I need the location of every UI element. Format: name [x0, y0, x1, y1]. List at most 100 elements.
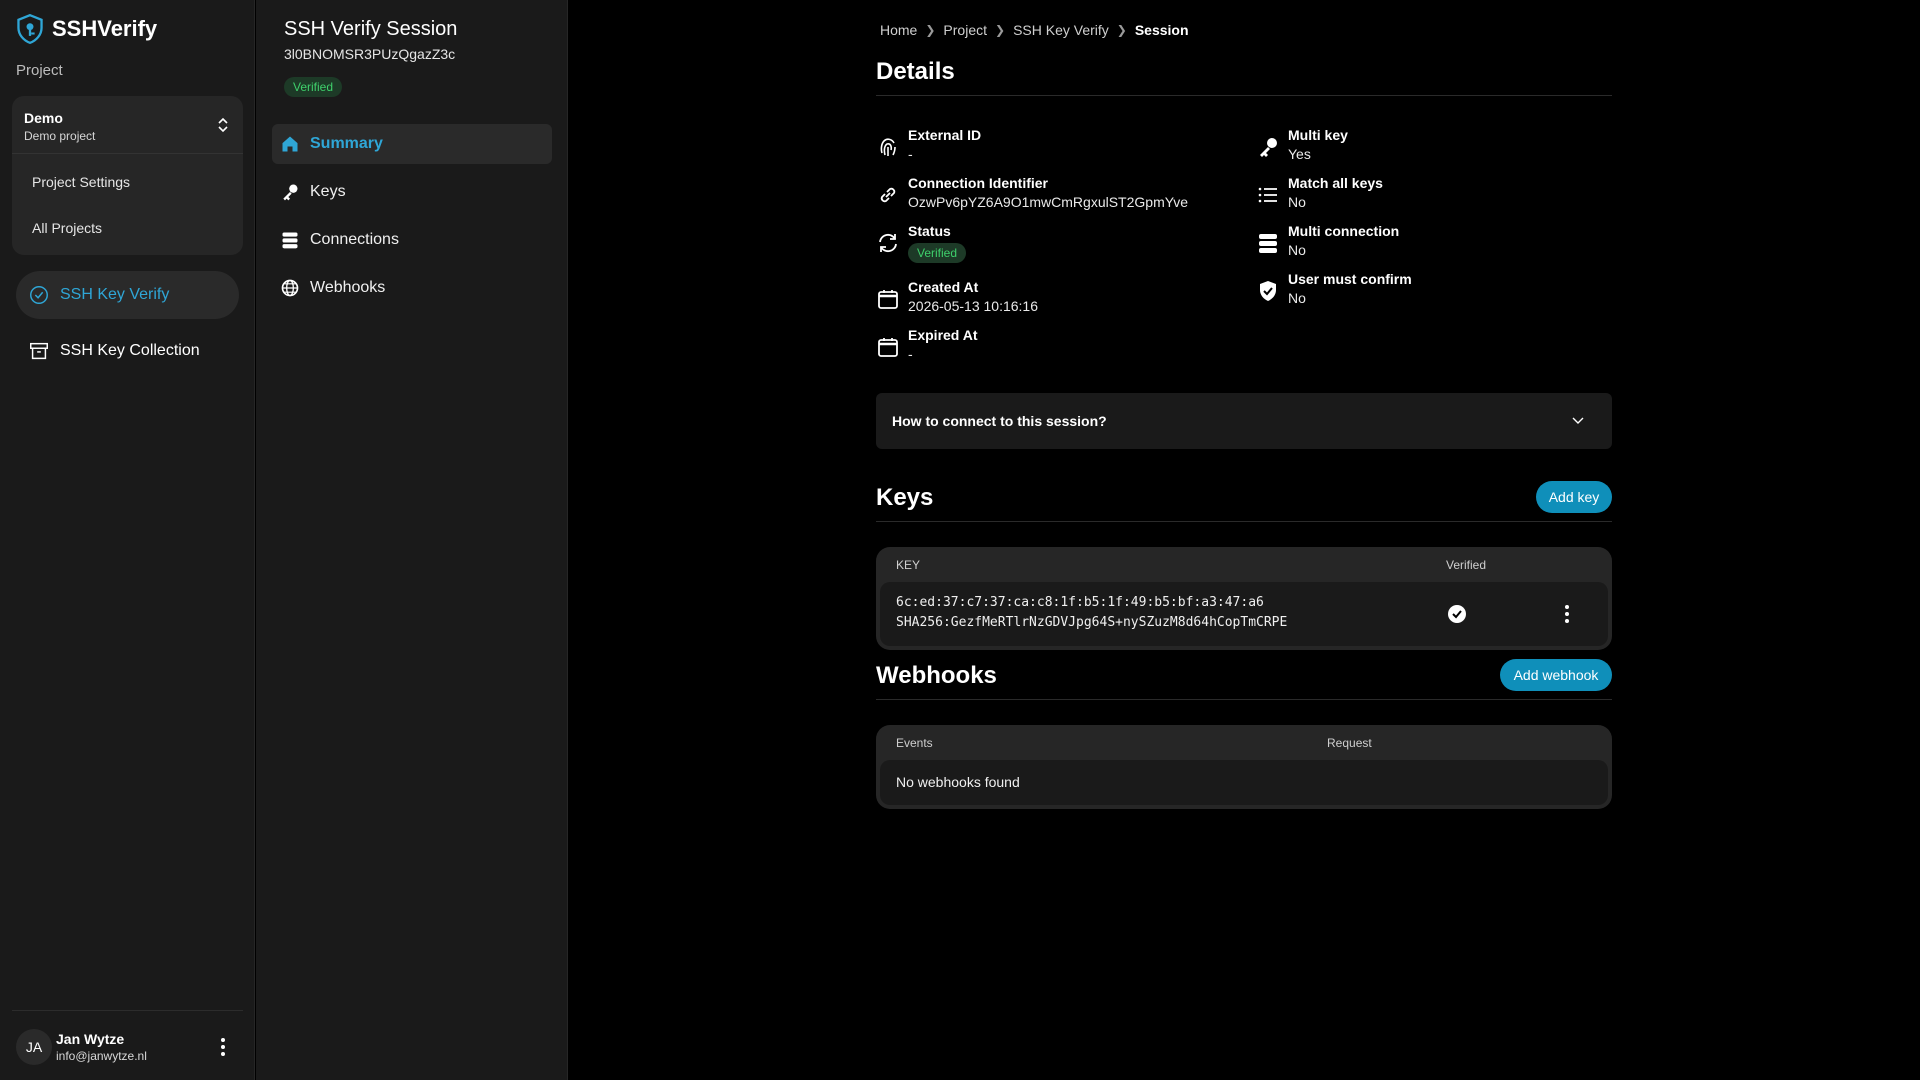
refresh-icon — [879, 233, 897, 253]
more-vertical-icon[interactable] — [1555, 602, 1579, 626]
webhooks-title: Webhooks — [876, 662, 997, 689]
key-sha256-fingerprint: SHA256:GezfMeRTlrNzGDVJpg64S+nySZuzM8d64… — [896, 615, 1288, 630]
detail-match-all-keys: Match all keys No — [1256, 175, 1383, 210]
more-vertical-icon[interactable] — [211, 1035, 235, 1059]
detail-value: - — [908, 346, 913, 362]
empty-state-text: No webhooks found — [896, 774, 1020, 790]
key-icon — [1260, 138, 1277, 157]
key-icon — [283, 184, 298, 201]
table-row: 6c:ed:37:c7:37:ca:c8:1f:b5:1f:49:b5:bf:a… — [880, 582, 1608, 646]
all-projects-link[interactable]: All Projects — [32, 220, 102, 236]
detail-value: No — [1288, 290, 1306, 306]
detail-label: Connection Identifier — [908, 175, 1048, 191]
logo-shield-icon — [17, 14, 43, 44]
home-icon — [282, 136, 298, 152]
user-email: info@janwytze.nl — [56, 1049, 147, 1063]
status-badge: Verified — [908, 243, 967, 263]
avatar[interactable]: JA — [16, 1029, 52, 1065]
user-name: Jan Wytze — [56, 1031, 125, 1047]
detail-label: Match all keys — [1288, 175, 1383, 191]
tab-label: Keys — [310, 183, 346, 200]
brand[interactable]: SSHVerify — [16, 14, 157, 44]
tab-keys[interactable]: Keys — [272, 172, 552, 212]
detail-label: External ID — [908, 127, 982, 143]
detail-user-must-confirm: User must confirm No — [1256, 271, 1412, 306]
project-description: Demo project — [24, 129, 96, 143]
check-circle-icon — [30, 286, 48, 304]
tab-label: Summary — [310, 135, 383, 152]
column-header-verified: Verified — [1446, 558, 1487, 572]
detail-status: Status Verified — [876, 223, 967, 263]
divider — [876, 95, 1612, 96]
fingerprint-icon — [880, 138, 896, 157]
detail-label: Multi connection — [1288, 223, 1400, 239]
detail-multi-connection: Multi connection No — [1256, 223, 1399, 258]
app-name: SSHVerify — [52, 16, 158, 41]
archive-icon — [30, 342, 48, 360]
chevron-down-icon — [1572, 417, 1584, 424]
nav-label: SSH Key Verify — [60, 286, 170, 303]
session-id: 3l0BNOMSR3PUzQgazZ3c — [284, 46, 456, 62]
tab-summary[interactable]: Summary — [272, 124, 552, 164]
detail-value: - — [908, 146, 913, 162]
detail-value: 2026-05-13 10:16:16 — [908, 298, 1038, 314]
divider — [876, 699, 1612, 700]
accordion-label: How to connect to this session? — [892, 413, 1107, 429]
key-md5-fingerprint: 6c:ed:37:c7:37:ca:c8:1f:b5:1f:49:b5:bf:a… — [896, 595, 1264, 610]
keys-title: Keys — [876, 484, 934, 511]
detail-created-at: Created At 2026-05-13 10:16:16 — [876, 279, 1038, 314]
breadcrumb-ssh-key-verify[interactable]: SSH Key Verify — [1013, 22, 1109, 38]
detail-label: Multi key — [1288, 127, 1348, 143]
project-label: Project — [16, 62, 63, 79]
tab-label: Webhooks — [310, 279, 386, 296]
detail-multi-key: Multi key Yes — [1256, 127, 1348, 162]
database-icon — [1259, 234, 1277, 253]
calendar-icon — [878, 290, 898, 309]
detail-value: OzwPv6pYZ6A9O1mwCmRgxulST2GpmYve — [908, 194, 1189, 210]
column-header-key: KEY — [896, 558, 921, 572]
session-sidebar: SSH Verify Session 3l0BNOMSR3PUzQgazZ3c … — [256, 0, 568, 1080]
detail-label: Status — [908, 223, 951, 239]
add-webhook-button[interactable]: Add webhook — [1500, 659, 1612, 691]
detail-value: No — [1288, 242, 1306, 258]
shield-check-icon — [1260, 281, 1276, 301]
main-sidebar: SSHVerify Project Demo Demo project Proj… — [0, 0, 255, 1080]
connect-instructions-accordion[interactable]: How to connect to this session? — [876, 393, 1612, 449]
breadcrumb: Home ❯ Project ❯ SSH Key Verify ❯ Sessio… — [880, 22, 1189, 38]
user-bar: JA Jan Wytze info@janwytze.nl — [12, 1010, 243, 1080]
verified-check-icon — [1448, 605, 1466, 623]
tab-connections[interactable]: Connections — [272, 220, 552, 260]
project-name: Demo — [24, 110, 63, 126]
project-card: Demo Demo project Project Settings All P… — [12, 96, 243, 255]
nav-label: SSH Key Collection — [60, 342, 200, 359]
chevron-up-down-icon — [218, 117, 228, 133]
webhooks-table: Events Request No webhooks found — [876, 725, 1612, 809]
column-header-events: Events — [896, 736, 933, 750]
session-title: SSH Verify Session — [284, 18, 458, 40]
session-status-badge: Verified — [284, 77, 343, 97]
keys-table: KEY Verified 6c:ed:37:c7:37:ca:c8:1f:b5:… — [876, 547, 1612, 650]
detail-label: Created At — [908, 279, 979, 295]
chevron-right-icon: ❯ — [995, 23, 1006, 37]
detail-expired-at: Expired At - — [876, 327, 978, 362]
table-row: No webhooks found — [880, 760, 1608, 805]
nav-ssh-key-verify[interactable]: SSH Key Verify — [16, 271, 239, 319]
detail-value: Yes — [1288, 146, 1311, 162]
globe-icon — [281, 279, 299, 297]
detail-label: Expired At — [908, 327, 978, 343]
column-header-request: Request — [1327, 736, 1372, 750]
add-key-button[interactable]: Add key — [1536, 481, 1612, 513]
breadcrumb-home[interactable]: Home — [880, 22, 917, 38]
chevron-right-icon: ❯ — [1116, 23, 1127, 37]
project-settings-link[interactable]: Project Settings — [32, 174, 130, 190]
divider — [876, 521, 1612, 522]
tab-webhooks[interactable]: Webhooks — [272, 268, 552, 308]
breadcrumb-project[interactable]: Project — [943, 22, 987, 38]
tab-label: Connections — [310, 231, 399, 248]
nav-ssh-key-collection[interactable]: SSH Key Collection — [16, 327, 239, 375]
calendar-icon — [878, 338, 898, 357]
detail-external-id: External ID - — [876, 127, 981, 162]
detail-label: User must confirm — [1288, 271, 1412, 287]
breadcrumb-session: Session — [1134, 22, 1189, 38]
project-selector[interactable]: Demo Demo project — [12, 96, 243, 154]
